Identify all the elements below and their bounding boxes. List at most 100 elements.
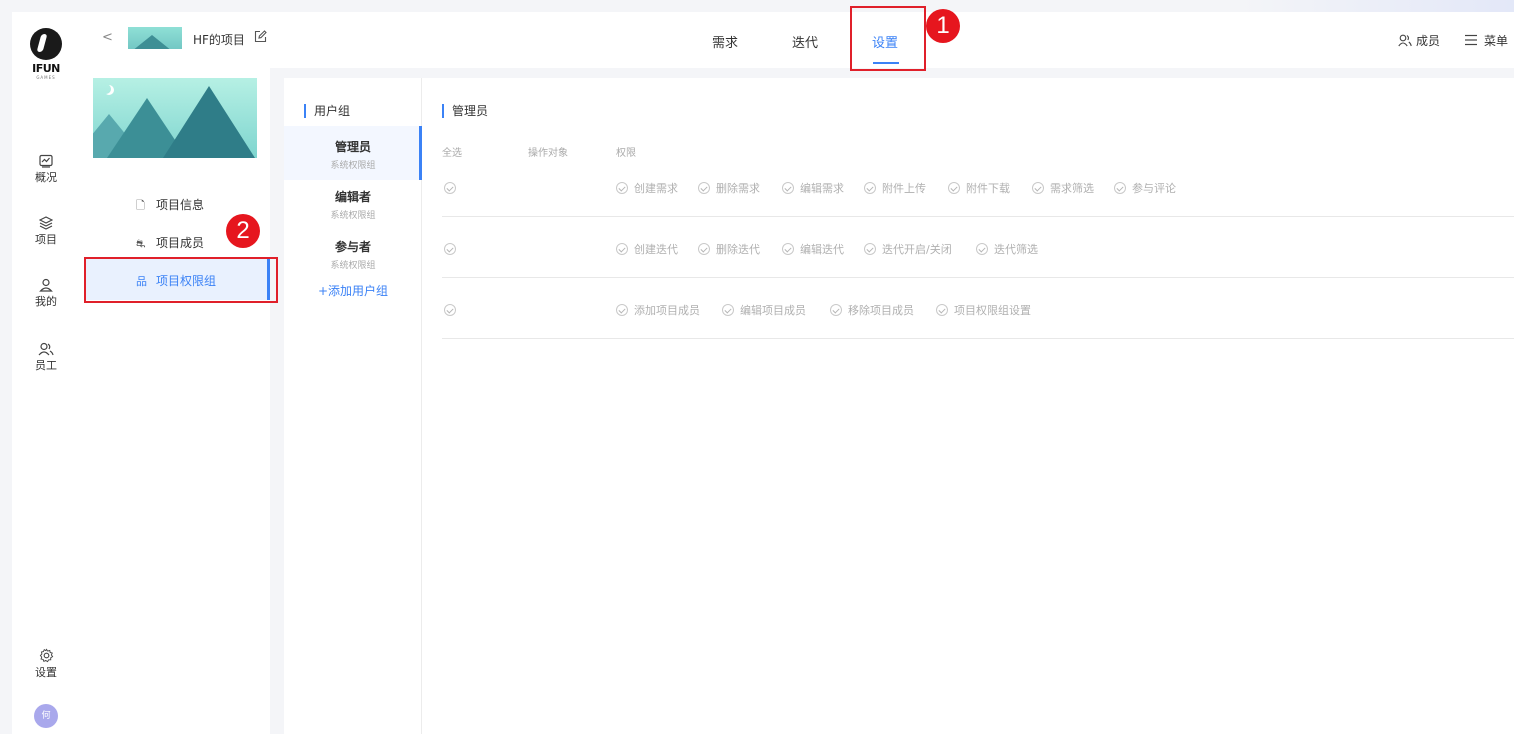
back-icon[interactable]: <	[102, 30, 113, 45]
permission-item[interactable]: 附件下载	[948, 180, 1010, 196]
permission-row: 创建迭代 删除迭代 编辑迭代 迭代开启/关闭 迭代筛选	[442, 217, 1514, 278]
project-thumbnail	[128, 27, 182, 49]
permission-item[interactable]: 迭代筛选	[976, 241, 1038, 257]
check-icon	[698, 243, 710, 255]
group-sub: 系统权限组	[330, 261, 376, 271]
permission-item[interactable]: 项目权限组设置	[936, 302, 1031, 318]
rail-label-settings: 设置	[35, 666, 57, 679]
avatar[interactable]: 何	[34, 704, 58, 728]
logo-mark-icon	[30, 28, 62, 60]
permission-item[interactable]: 参与评论	[1114, 180, 1176, 196]
rail-label-overview: 概况	[35, 171, 57, 184]
user-group-list: 用户组 管理员 系统权限组 编辑者 系统权限组 参与者 系统权限组 +添加用户组	[284, 78, 422, 734]
group-sub: 系统权限组	[330, 161, 376, 171]
annotation-badge-1: 1	[926, 9, 960, 43]
rail-item-staff[interactable]: 员工	[12, 342, 80, 373]
check-icon	[698, 182, 710, 194]
permissions-title: 管理员	[442, 104, 488, 118]
top-bar: < HF的项目 需求 迭代 设置 1 成员 菜单	[80, 6, 1514, 71]
check-icon	[782, 243, 794, 255]
members-button[interactable]: 成员	[1398, 32, 1440, 49]
permission-item[interactable]: 编辑需求	[782, 180, 844, 196]
permission-item[interactable]: 创建迭代	[616, 241, 678, 257]
permission-item[interactable]: 迭代开启/关闭	[864, 241, 952, 257]
group-name: 管理员	[334, 140, 371, 154]
permission-item[interactable]: 编辑项目成员	[722, 302, 806, 318]
permission-row: 创建需求 删除需求 编辑需求 附件上传 附件下载 需求筛选 参与评论	[442, 156, 1514, 217]
rail-item-overview[interactable]: 概况	[12, 154, 80, 185]
check-icon	[936, 304, 948, 316]
left-rail: IFUN GAMES 概况 项目 我的 员工 设置 何	[12, 12, 80, 734]
check-icon	[616, 304, 628, 316]
members-icon: ⛐	[136, 237, 146, 250]
permission-item[interactable]: 需求筛选	[1032, 180, 1094, 196]
app-root: IFUN GAMES 概况 项目 我的 员工 设置 何 < HF的项目 需求 迭…	[0, 0, 1514, 734]
logo-text: IFUN	[32, 62, 60, 75]
hamburger-icon	[1465, 34, 1477, 46]
tab-iterations[interactable]: 迭代	[792, 32, 818, 51]
check-icon	[1032, 182, 1044, 194]
group-item-editor[interactable]: 编辑者 系统权限组	[284, 188, 422, 221]
group-name: 编辑者	[334, 190, 371, 204]
permission-item[interactable]: 删除需求	[698, 180, 760, 196]
project-name: HF的项目	[193, 33, 245, 47]
menu-button[interactable]: 菜单	[1464, 32, 1508, 49]
logo: IFUN GAMES	[26, 28, 66, 92]
user-groups-title: 用户组	[304, 104, 350, 118]
members-label: 成员	[1416, 34, 1441, 48]
menu-label-project-members: 项目成员	[156, 236, 205, 250]
settings-sidebar: 🗋 项目信息 ⛐ 项目成员 品项目权限组 2	[80, 68, 278, 734]
permission-item[interactable]: 创建需求	[616, 180, 678, 196]
check-icon	[1114, 182, 1126, 194]
check-icon	[830, 304, 842, 316]
layers-icon	[39, 216, 53, 230]
check-icon	[722, 304, 734, 316]
moon-icon	[101, 84, 111, 94]
logo-sub: GAMES	[36, 75, 56, 80]
permission-item[interactable]: 编辑迭代	[782, 241, 844, 257]
tab-requirements[interactable]: 需求	[712, 32, 738, 51]
document-icon: 🗋	[136, 199, 145, 212]
row-select-all-checkbox[interactable]	[444, 304, 456, 316]
users-icon	[38, 342, 54, 356]
rail-item-mine[interactable]: 我的	[12, 278, 80, 309]
user-icon	[39, 278, 53, 292]
edit-icon[interactable]	[254, 30, 267, 43]
members-icon	[1398, 34, 1412, 47]
rail-item-projects[interactable]: 项目	[12, 216, 80, 247]
group-item-participant[interactable]: 参与者 系统权限组	[284, 238, 422, 271]
check-icon	[864, 182, 876, 194]
annotation-highlight-permission-groups	[84, 257, 278, 303]
annotation-badge-2: 2	[226, 214, 260, 248]
check-icon	[976, 243, 988, 255]
check-icon	[616, 243, 628, 255]
permission-item[interactable]: 添加项目成员	[616, 302, 700, 318]
annotation-highlight-settings-tab	[850, 6, 926, 71]
group-item-admin[interactable]: 管理员 系统权限组	[284, 126, 422, 180]
project-cover-image	[93, 78, 257, 158]
rail-label-projects: 项目	[35, 233, 57, 246]
permission-item[interactable]: 移除项目成员	[830, 302, 914, 318]
check-icon	[948, 182, 960, 194]
chart-icon	[39, 154, 53, 168]
menu-label-project-info: 项目信息	[156, 198, 205, 212]
rail-item-settings[interactable]: 设置	[12, 648, 80, 680]
group-name: 参与者	[334, 240, 371, 254]
rail-label-mine: 我的	[35, 295, 57, 308]
check-icon	[616, 182, 628, 194]
menu-item-project-members[interactable]: ⛐ 项目成员	[136, 234, 204, 252]
row-select-all-checkbox[interactable]	[444, 243, 456, 255]
permission-item[interactable]: 附件上传	[864, 180, 926, 196]
permission-row: 添加项目成员 编辑项目成员 移除项目成员 项目权限组设置	[442, 278, 1514, 339]
check-icon	[864, 243, 876, 255]
group-active-indicator	[419, 126, 422, 180]
menu-label: 菜单	[1484, 34, 1509, 48]
check-icon	[782, 182, 794, 194]
menu-item-project-info[interactable]: 🗋 项目信息	[136, 196, 204, 216]
rail-label-staff: 员工	[35, 359, 57, 372]
row-select-all-checkbox[interactable]	[444, 182, 456, 194]
main-panel: 用户组 管理员 系统权限组 编辑者 系统权限组 参与者 系统权限组 +添加用户组…	[284, 78, 1514, 734]
permission-item[interactable]: 删除迭代	[698, 241, 760, 257]
gear-icon	[39, 648, 53, 663]
add-user-group-button[interactable]: +添加用户组	[318, 282, 388, 299]
